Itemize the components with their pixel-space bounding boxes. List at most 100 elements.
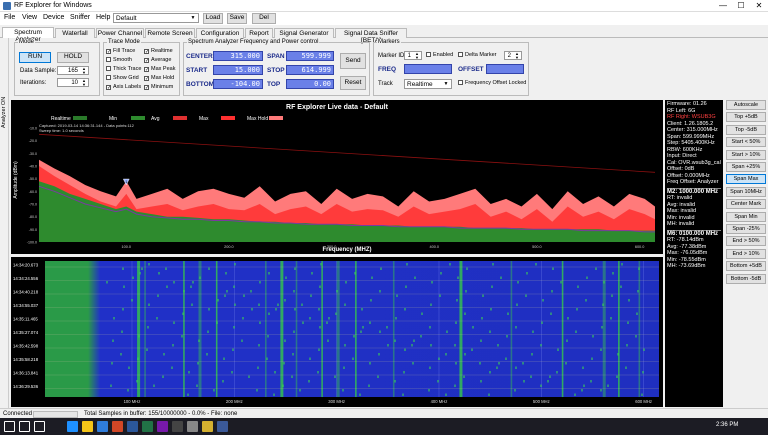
trace-option-smooth[interactable]: Smooth [106,57,132,63]
minimize-button[interactable]: — [714,0,732,12]
waterfall-signal [336,261,340,397]
waterfall-blip [532,330,534,333]
bottom-5db-button[interactable]: Bottom +5dB [726,261,766,272]
waterfall-blip [231,371,233,374]
offset-locked-checkbox[interactable]: Frequency Offset Locked [458,80,526,86]
tab-power-channel[interactable]: Power Channel [96,28,144,38]
tab-signal-data-sniffer[interactable]: Signal Data Sniffer [BETA] [335,28,407,44]
bottom-5db-button[interactable]: Bottom -5dB [726,273,766,284]
iterations-stepper[interactable]: 10 ▲ ▼ [57,78,89,87]
tab-configuration[interactable]: Configuration [196,28,244,38]
app2-icon[interactable] [187,421,198,432]
waterfall-blip [360,330,362,333]
center-field[interactable]: 315.000 [213,51,263,61]
store-icon[interactable] [97,421,108,432]
excel-icon[interactable] [142,421,153,432]
spinner-icon[interactable]: ▲ ▼ [413,52,421,60]
trace-option-max-peak[interactable]: ✓ Max Peak [144,66,175,73]
hold-button[interactable]: HOLD [57,52,89,63]
top-5db-button[interactable]: Top +5dB [726,112,766,123]
span-25-button[interactable]: Span -25% [726,224,766,234]
del-button[interactable]: Del [252,13,276,24]
reset-button[interactable]: Reset [340,76,366,90]
waterfall-blip [207,330,209,333]
top-5db-button[interactable]: Top -5dB [726,124,766,135]
trace-option-fill-trace[interactable]: ✓ Fill Trace [106,48,135,55]
trace-option-realtime[interactable]: ✓ Realtime [144,48,173,55]
waterfall-blip [123,285,125,288]
span-10mhz-button[interactable]: Span 10MHz [726,186,766,197]
run-button[interactable]: RUN [19,52,51,63]
rfexplorer-icon[interactable] [202,421,213,432]
span-25-button[interactable]: Span +25% [726,162,766,172]
autoscale-button[interactable]: Autoscale [726,100,766,110]
tab-waterfall[interactable]: Waterfall [55,28,95,38]
legend-swatch [73,116,87,120]
start-field[interactable]: 15.000 [213,65,263,75]
menu-file[interactable]: File [4,14,15,21]
marker-offset-field[interactable] [486,64,524,74]
menu-sniffer[interactable]: Sniffer [70,14,90,21]
trace-option-max-hold[interactable]: ✓ Max Hold [144,75,174,82]
enabled-checkbox[interactable]: Enabled [426,52,453,58]
delta-marker-stepper[interactable]: 2 ▲ ▼ [504,51,522,60]
explorer-icon[interactable] [82,421,93,432]
tab-signal-generator[interactable]: Signal Generator [274,28,334,38]
start-50-button[interactable]: Start < 50% [726,137,766,148]
trace-option-average[interactable]: ✓ Average [144,57,171,64]
profile-combo[interactable]: Default ▼ [113,13,199,23]
trace-option-axis-labels[interactable]: ✓ Axis Labels [106,84,141,91]
app3-icon[interactable] [217,421,228,432]
tab-spectrum-analyzer[interactable]: Spectrum Analyzer [2,27,54,43]
send-button[interactable]: Send [340,53,366,69]
edge-icon[interactable] [67,421,78,432]
app1-icon[interactable] [172,421,183,432]
tab-remote-screen[interactable]: Remote Screen [145,28,195,38]
freq-label: FREQ [378,66,397,73]
marker-freq-field[interactable] [404,64,452,74]
waterfall-blip [481,317,483,320]
powerpoint-icon[interactable] [112,421,123,432]
load-button[interactable]: Load [203,13,223,24]
end-10-button[interactable]: End > 10% [726,248,766,259]
tab-report[interactable]: Report [245,28,273,38]
windows-icon[interactable] [4,421,15,432]
menu-device[interactable]: Device [43,14,64,21]
menu-help[interactable]: Help [96,14,110,21]
data-sample-stepper[interactable]: 165 ▲ ▼ [57,66,89,75]
save-button[interactable]: Save [227,13,247,24]
spinner-icon[interactable]: ▲ ▼ [80,67,88,75]
search-icon[interactable] [19,421,30,432]
spinner-icon[interactable]: ▲ ▼ [513,52,521,60]
stop-field[interactable]: 614.999 [286,65,334,75]
start-10-button[interactable]: Start > 10% [726,149,766,160]
delta-marker-checkbox[interactable]: Delta Marker [458,52,496,58]
trace-option-minimum[interactable]: ✓ Minimum [144,84,173,91]
trace-option-show-grid[interactable]: Show Grid [106,75,139,81]
buffer-progress [33,411,78,418]
menu-view[interactable]: View [22,14,37,21]
track-combo[interactable]: Realtime ▼ [404,79,452,89]
maximize-button[interactable]: ☐ [732,0,750,12]
trace-option-label: Thick Trace [113,66,142,72]
end-50-button[interactable]: End > 50% [726,236,766,247]
span-min-button[interactable]: Span Min [726,211,766,222]
spectrum-chart[interactable]: RF Explorer Live data - Default Realtime… [11,100,663,254]
waterfall-chart[interactable]: 14:34:20.673 14:34:24.556 14:34:40.218 14:3… [11,257,663,407]
waterfall-blip [173,321,175,324]
task-view-icon[interactable] [34,421,45,432]
waterfall-blip [354,272,356,275]
spinner-icon[interactable]: ▲ ▼ [80,79,88,87]
span-max-button[interactable]: Span Max [726,174,766,185]
waterfall-blip [523,380,525,383]
close-button[interactable]: ✕ [750,0,768,12]
onenote-icon[interactable] [157,421,168,432]
span-field[interactable]: 599.999 [286,51,334,61]
trace-option-thick-trace[interactable]: Thick Trace [106,66,141,72]
bottom-field[interactable]: -104.00 [213,79,263,89]
waterfall-blip [274,371,276,374]
top-field[interactable]: 0.00 [286,79,334,89]
marker-id-stepper[interactable]: 1 ▲ ▼ [404,51,422,60]
word-icon[interactable] [127,421,138,432]
center-mark-button[interactable]: Center Mark [726,199,766,210]
